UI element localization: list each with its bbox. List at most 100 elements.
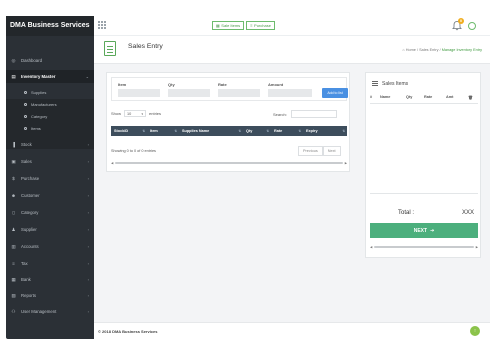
next-page-button[interactable]: Next: [322, 146, 341, 156]
circle-icon: [24, 126, 27, 130]
sidebar-item-category[interactable]: ▯ Category ›: [6, 206, 94, 219]
submenu-item-supplies[interactable]: Supplies: [6, 87, 94, 97]
reports-icon: ▧: [11, 292, 16, 298]
scroll-right-icon[interactable]: ▶: [343, 161, 347, 165]
stock-icon: ▐: [11, 142, 16, 147]
rate-field[interactable]: [218, 89, 260, 97]
sales-items-card: Sales Items # Name Qty Rate Amt 🗑 Total …: [365, 72, 481, 258]
column-label: Supplies Name: [182, 129, 210, 133]
column-label: Item: [150, 129, 158, 133]
user-icon: ☻: [11, 193, 16, 198]
chevron-down-icon: ▾: [141, 111, 144, 116]
sidebar-item-inventory-master[interactable]: ▤ Inventory Master ⌄: [6, 70, 94, 83]
table-search: Search:: [273, 110, 337, 118]
sales-items-columns: # Name Qty Rate Amt 🗑: [370, 95, 478, 100]
sidebar-item-customer[interactable]: ☻ Customer ›: [6, 189, 94, 202]
total-label: Total :: [398, 210, 415, 216]
show-label: Show: [111, 111, 122, 116]
horizontal-scrollbar[interactable]: ◀ ▶: [111, 161, 347, 165]
scrollbar-thumb[interactable]: [115, 161, 343, 165]
rate-label: Rate: [218, 82, 227, 87]
breadcrumb-parent[interactable]: Sales Entry: [419, 48, 438, 52]
chevron-right-icon: ›: [87, 193, 89, 198]
item-field[interactable]: [118, 89, 160, 97]
breadcrumb-separator: /: [439, 48, 441, 52]
sale-items-button[interactable]: ▦ Sale Items: [212, 21, 245, 30]
qty-label: Qty: [168, 82, 175, 87]
column-header-stockid[interactable]: StockID ⇅: [111, 126, 147, 136]
column-header-rate[interactable]: Rate ⇅: [271, 126, 303, 136]
breadcrumb-home[interactable]: Home: [406, 48, 416, 52]
sidebar: DMA Business Services ◎ Dashboard ▤ Inve…: [6, 16, 94, 339]
horizontal-scrollbar[interactable]: ◀ ▶: [370, 245, 478, 249]
dollar-icon: $: [12, 176, 15, 181]
apps-grid-icon[interactable]: [98, 21, 106, 29]
chevron-right-icon: ›: [87, 210, 89, 215]
sidebar-item-bank[interactable]: ▦ Bank ›: [6, 273, 94, 286]
submenu-item-label: Manufacturers: [31, 101, 57, 107]
submenu-item-label: Supplies: [31, 89, 47, 95]
purchase-button[interactable]: ≡ Purchase: [246, 21, 275, 30]
sidebar-item-stock[interactable]: ▐ Stock ›: [6, 138, 94, 151]
next-button-label: NEXT: [413, 227, 428, 234]
column-header-qty[interactable]: Qty ⇅: [243, 126, 271, 136]
column-header-qty: Qty: [406, 95, 413, 99]
sidebar-item-reports[interactable]: ▧ Reports ›: [6, 289, 94, 302]
entries-select-value: 10: [127, 111, 132, 116]
qty-field[interactable]: [168, 89, 210, 97]
column-header-supplies-name[interactable]: Supplies Name ⇅: [179, 126, 243, 136]
column-header-rate: Rate: [424, 95, 433, 99]
submenu-item-label: Items: [31, 125, 41, 131]
submenu-item-label: Category: [31, 113, 48, 119]
scroll-right-icon[interactable]: ▶: [474, 245, 478, 249]
sales-entry-card: Item Qty Rate Amount Add to list Show 10…: [106, 72, 350, 172]
submenu-item-items[interactable]: Items: [6, 123, 94, 133]
chevron-right-icon: ›: [87, 261, 89, 266]
top-bar: ▦ Sale Items ≡ Purchase 0: [94, 16, 490, 36]
search-input[interactable]: [290, 110, 337, 118]
purchase-label: Purchase: [254, 23, 271, 28]
sidebar-item-label: Stock: [21, 142, 32, 147]
scrollbar-thumb[interactable]: [374, 245, 474, 249]
sidebar-item-sales[interactable]: ▣ Sales ›: [6, 155, 94, 168]
submenu-item-manufacturers[interactable]: Manufacturers: [6, 99, 94, 109]
amount-label: Amount: [268, 82, 284, 87]
search-label: Search:: [273, 111, 287, 117]
quick-actions: ▦ Sale Items ≡ Purchase: [212, 21, 277, 30]
entries-label: entries: [149, 111, 162, 116]
scroll-to-top-button[interactable]: ↑: [470, 326, 480, 336]
submenu-item-category[interactable]: Category: [6, 111, 94, 121]
sidebar-item-label: Supplier: [21, 227, 37, 232]
entries-select[interactable]: 10 ▾: [124, 110, 147, 117]
add-to-list-button[interactable]: Add to list: [322, 88, 348, 98]
previous-page-button[interactable]: Previous: [298, 146, 323, 156]
gear-icon[interactable]: [468, 22, 476, 30]
pagination: Previous Next: [298, 146, 341, 156]
sidebar-item-dashboard[interactable]: ◎ Dashboard: [6, 54, 94, 67]
list-icon: [372, 81, 378, 87]
column-header-number: #: [370, 95, 373, 99]
sidebar-item-user-management[interactable]: ⚇ User Management ›: [6, 305, 94, 318]
total-value: XXX: [461, 210, 474, 216]
page-title: Sales Entry: [128, 43, 163, 50]
column-header-expiry[interactable]: Expiry ⇅: [303, 126, 347, 136]
table-header: StockID ⇅ Item ⇅ Supplies Name ⇅ Qty ⇅ Rate ⇅…: [111, 126, 347, 136]
column-label: Rate: [274, 129, 283, 133]
user-management-icon: ⚇: [11, 308, 16, 314]
column-header-item[interactable]: Item ⇅: [147, 126, 179, 136]
copyright-text: © 2018 DMA Business Services: [98, 329, 158, 334]
sort-icon: ⇅: [174, 129, 177, 133]
delete-icon: 🗑: [468, 96, 473, 100]
item-label: Item: [118, 82, 127, 87]
home-icon: ⌂: [402, 48, 405, 52]
sidebar-item-accounts[interactable]: ▥ Accounts ›: [6, 240, 94, 253]
sidebar-item-purchase[interactable]: $ Purchase ›: [6, 172, 94, 185]
column-label: StockID: [114, 129, 129, 133]
sidebar-item-supplier[interactable]: ♟ Supplier ›: [6, 223, 94, 236]
chevron-right-icon: ›: [87, 176, 89, 181]
amount-field[interactable]: [268, 89, 312, 97]
next-button[interactable]: NEXT ➔: [370, 223, 478, 238]
category-icon: ▯: [12, 209, 15, 215]
purchase-icon: ≡: [250, 23, 253, 28]
sidebar-item-tax[interactable]: ≡ Tax ›: [6, 257, 94, 270]
